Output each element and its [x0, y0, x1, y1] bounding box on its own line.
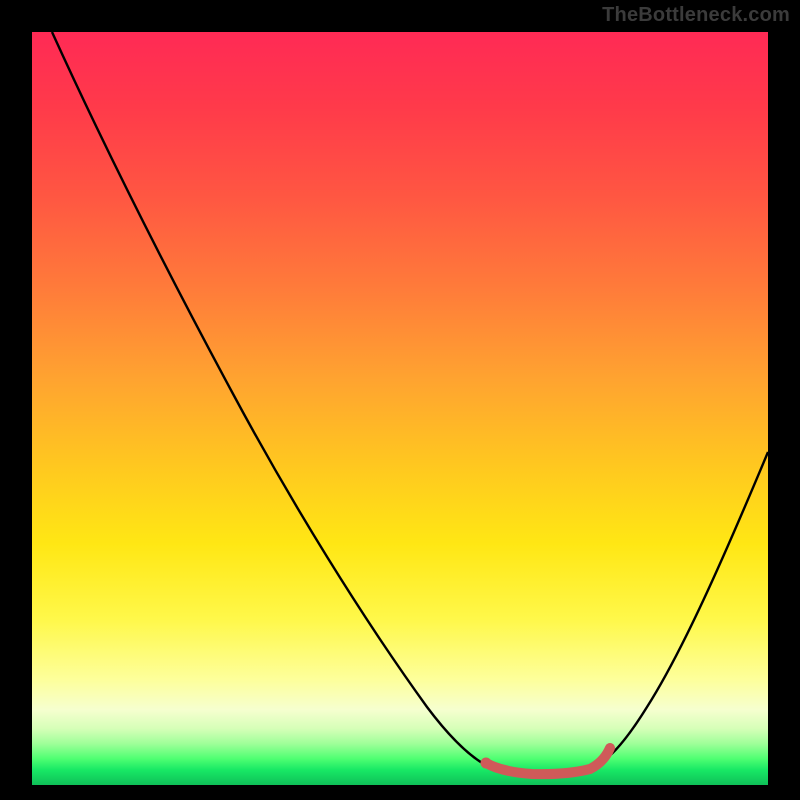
curves-svg: [32, 32, 768, 785]
watermark-text: TheBottleneck.com: [602, 4, 790, 27]
bottleneck-curve: [52, 32, 768, 775]
plot-area: [32, 32, 768, 785]
optimal-range-start-dot: [481, 758, 492, 769]
chart-stage: TheBottleneck.com: [0, 0, 800, 800]
optimal-range-marker: [486, 748, 610, 774]
